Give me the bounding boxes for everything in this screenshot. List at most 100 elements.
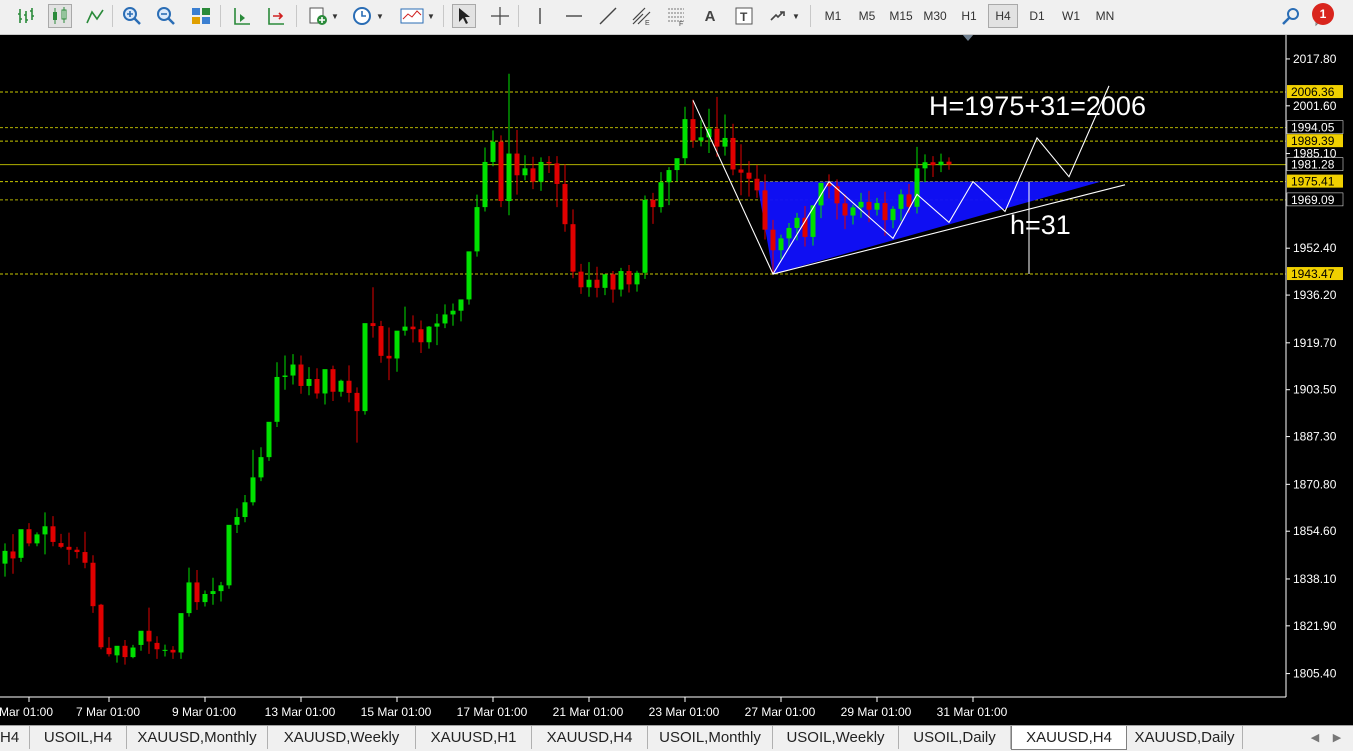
candle-body [434, 323, 440, 327]
periods-dropdown-icon[interactable]: ▼ [375, 4, 385, 28]
candle-body [786, 227, 792, 239]
search-icon[interactable] [1279, 4, 1303, 28]
candlestick-chart-icon[interactable] [48, 4, 72, 28]
trendline-icon[interactable] [596, 4, 620, 28]
text-icon[interactable]: A [698, 4, 722, 28]
bar-chart-icon[interactable] [14, 4, 38, 28]
candle-body [586, 279, 592, 288]
candle-body [898, 194, 904, 209]
candle-body [650, 199, 656, 208]
candle-body [682, 119, 688, 159]
candle-body [698, 137, 704, 141]
candle-body [250, 477, 256, 503]
arrows-dropdown-icon[interactable]: ▼ [791, 4, 801, 28]
candle-body [514, 153, 520, 176]
candle-body [50, 526, 56, 542]
candle-body [266, 421, 272, 458]
price-tick-label: 1870.80 [1293, 477, 1337, 491]
candle-body [674, 158, 680, 171]
candle-body [90, 562, 96, 607]
timeframe-h1[interactable]: H1 [954, 4, 984, 28]
candle-body [410, 326, 416, 330]
chart-tab[interactable]: XAUUSD,Monthly [127, 726, 268, 749]
candle-body [218, 585, 224, 592]
candle-body [298, 364, 304, 386]
chart-tab[interactable]: USOIL,Monthly [648, 726, 773, 749]
timeframe-m15[interactable]: M15 [886, 4, 916, 28]
text-label-icon[interactable]: T [732, 4, 756, 28]
candle-body [594, 279, 600, 288]
vertical-line-icon[interactable] [528, 4, 552, 28]
chart-tab[interactable]: USOIL,Weekly [773, 726, 899, 749]
notification-icon[interactable]: 1 [1312, 1, 1344, 29]
time-tick-label: 27 Mar 01:00 [745, 705, 816, 719]
horizontal-line-icon[interactable] [562, 4, 586, 28]
candle-body [946, 161, 952, 165]
time-tick-label: 21 Mar 01:00 [553, 705, 624, 719]
chart-tab[interactable]: XAUUSD,Weekly [268, 726, 416, 749]
candle-body [842, 203, 848, 216]
new-order-dropdown-icon[interactable]: ▼ [330, 4, 340, 28]
timeframe-mn[interactable]: MN [1090, 4, 1120, 28]
equidistant-channel-icon[interactable]: E [630, 4, 654, 28]
price-tick-label: 1903.50 [1293, 383, 1337, 397]
price-label: 1989.39 [1291, 134, 1335, 148]
chart-tab[interactable]: USOIL,H4 [30, 726, 127, 749]
auto-scroll-icon[interactable] [264, 4, 288, 28]
candle-body [458, 299, 464, 311]
new-order-icon[interactable] [306, 4, 330, 28]
price-chart[interactable]: 2017.802001.601985.101952.401936.201919.… [0, 35, 1353, 725]
candle-body [610, 274, 616, 290]
chart-tab[interactable]: XAUUSD,H1 [416, 726, 532, 749]
periods-clock-icon[interactable] [350, 4, 374, 28]
zoom-in-icon[interactable] [120, 4, 144, 28]
time-tick-label: 7 Mar 01:00 [76, 705, 140, 719]
time-tick-label: Mar 01:00 [0, 705, 53, 719]
crosshair-icon[interactable] [488, 4, 512, 28]
chart-tab[interactable]: XAUUSD,H4 [1011, 726, 1127, 750]
price-tick-label: 1936.20 [1293, 288, 1337, 302]
candle-body [738, 169, 744, 173]
templates-icon[interactable] [398, 4, 426, 28]
candle-body [506, 153, 512, 202]
candle-body [378, 326, 384, 356]
tabs-scroll-right-icon[interactable]: ▶ [1330, 730, 1344, 746]
price-tick-label: 2017.80 [1293, 52, 1337, 66]
candle-body [690, 119, 696, 141]
chart-tab[interactable]: XAUUSD,Daily [1127, 726, 1243, 749]
price-label: 1981.28 [1291, 158, 1335, 172]
tabs-scroll-left-icon[interactable]: ◀ [1308, 730, 1322, 746]
cursor-icon[interactable] [452, 4, 476, 28]
timeframe-h4[interactable]: H4 [988, 4, 1018, 28]
candle-body [498, 141, 504, 202]
candle-body [530, 168, 536, 182]
candle-body [522, 168, 528, 176]
chart-shift-icon[interactable] [230, 4, 254, 28]
candle-body [578, 271, 584, 288]
chart-tab[interactable]: XAUUSD,H4 [532, 726, 648, 749]
candle-body [146, 630, 152, 642]
chart-tab[interactable]: USOIL,Daily [899, 726, 1011, 749]
chart-tab[interactable]: H4 [0, 726, 30, 749]
candle-body [34, 534, 40, 544]
timeframe-w1[interactable]: W1 [1056, 4, 1086, 28]
chart-window[interactable]: 2017.80 2001.60 1985.10 1952.40 1936.20 1919.… [0, 35, 1353, 725]
candle-body [194, 582, 200, 603]
timeframe-m30[interactable]: M30 [920, 4, 950, 28]
timeframe-m1[interactable]: M1 [818, 4, 848, 28]
price-tick-label: 1887.30 [1293, 430, 1337, 444]
timeframe-d1[interactable]: D1 [1022, 4, 1052, 28]
candle-body [874, 203, 880, 210]
candle-body [18, 529, 24, 558]
tile-windows-icon[interactable] [189, 4, 213, 28]
candle-body [626, 271, 632, 285]
timeframe-m5[interactable]: M5 [852, 4, 882, 28]
arrows-icon[interactable] [766, 4, 790, 28]
fibonacci-icon[interactable]: F [664, 4, 688, 28]
candle-body [938, 161, 944, 166]
line-chart-icon[interactable] [83, 4, 107, 28]
templates-dropdown-icon[interactable]: ▼ [426, 4, 436, 28]
candle-body [730, 137, 736, 170]
zoom-out-icon[interactable] [154, 4, 178, 28]
notification-badge: 1 [1312, 3, 1334, 25]
